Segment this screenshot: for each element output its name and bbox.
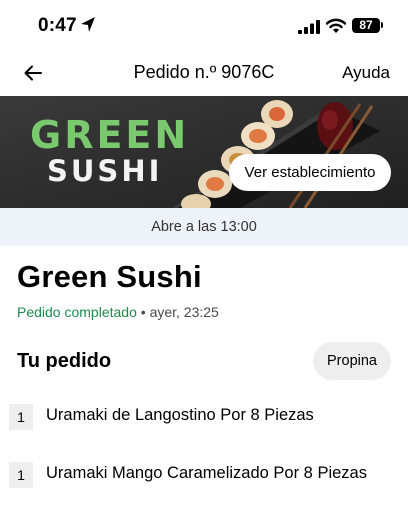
status-time: 0:47 [38, 15, 77, 36]
order-status: Pedido completado [17, 304, 137, 320]
opening-hours-notice: Abre a las 13:00 [0, 208, 408, 246]
status-bar: 0:47 87 [0, 0, 408, 52]
item-quantity: 1 [9, 404, 33, 430]
battery-cap [381, 22, 383, 28]
item-quantity: 1 [9, 462, 33, 488]
restaurant-name: Green Sushi [17, 259, 202, 294]
your-order-heading: Tu pedido [17, 350, 112, 372]
item-name: Uramaki de Langostino Por 8 Piezas [46, 406, 314, 424]
battery-icon: 87 [352, 18, 380, 33]
wifi-icon [326, 18, 346, 33]
brand-logo-line2: SUSHI [47, 154, 163, 188]
location-arrow-icon [81, 17, 95, 32]
order-time: ayer, 23:25 [149, 304, 219, 320]
order-item[interactable]: 1 Uramaki de Langostino Por 8 Piezas [0, 402, 408, 432]
help-link[interactable]: Ayuda [342, 63, 390, 83]
order-item[interactable]: 1 Uramaki Mango Caramelizado Por 8 Pieza… [0, 460, 408, 490]
tip-button[interactable]: Propina [313, 342, 391, 380]
item-name: Uramaki Mango Caramelizado Por 8 Piezas [46, 464, 367, 482]
status-separator: • [136, 304, 150, 320]
brand-logo-line1: GREEN [30, 113, 190, 157]
order-status-line: Pedido completado • ayer, 23:25 [17, 304, 219, 320]
signal-icon [298, 20, 320, 34]
nav-bar: Pedido n.º 9076C Ayuda [0, 52, 408, 94]
view-store-button[interactable]: Ver establecimiento [229, 154, 391, 191]
